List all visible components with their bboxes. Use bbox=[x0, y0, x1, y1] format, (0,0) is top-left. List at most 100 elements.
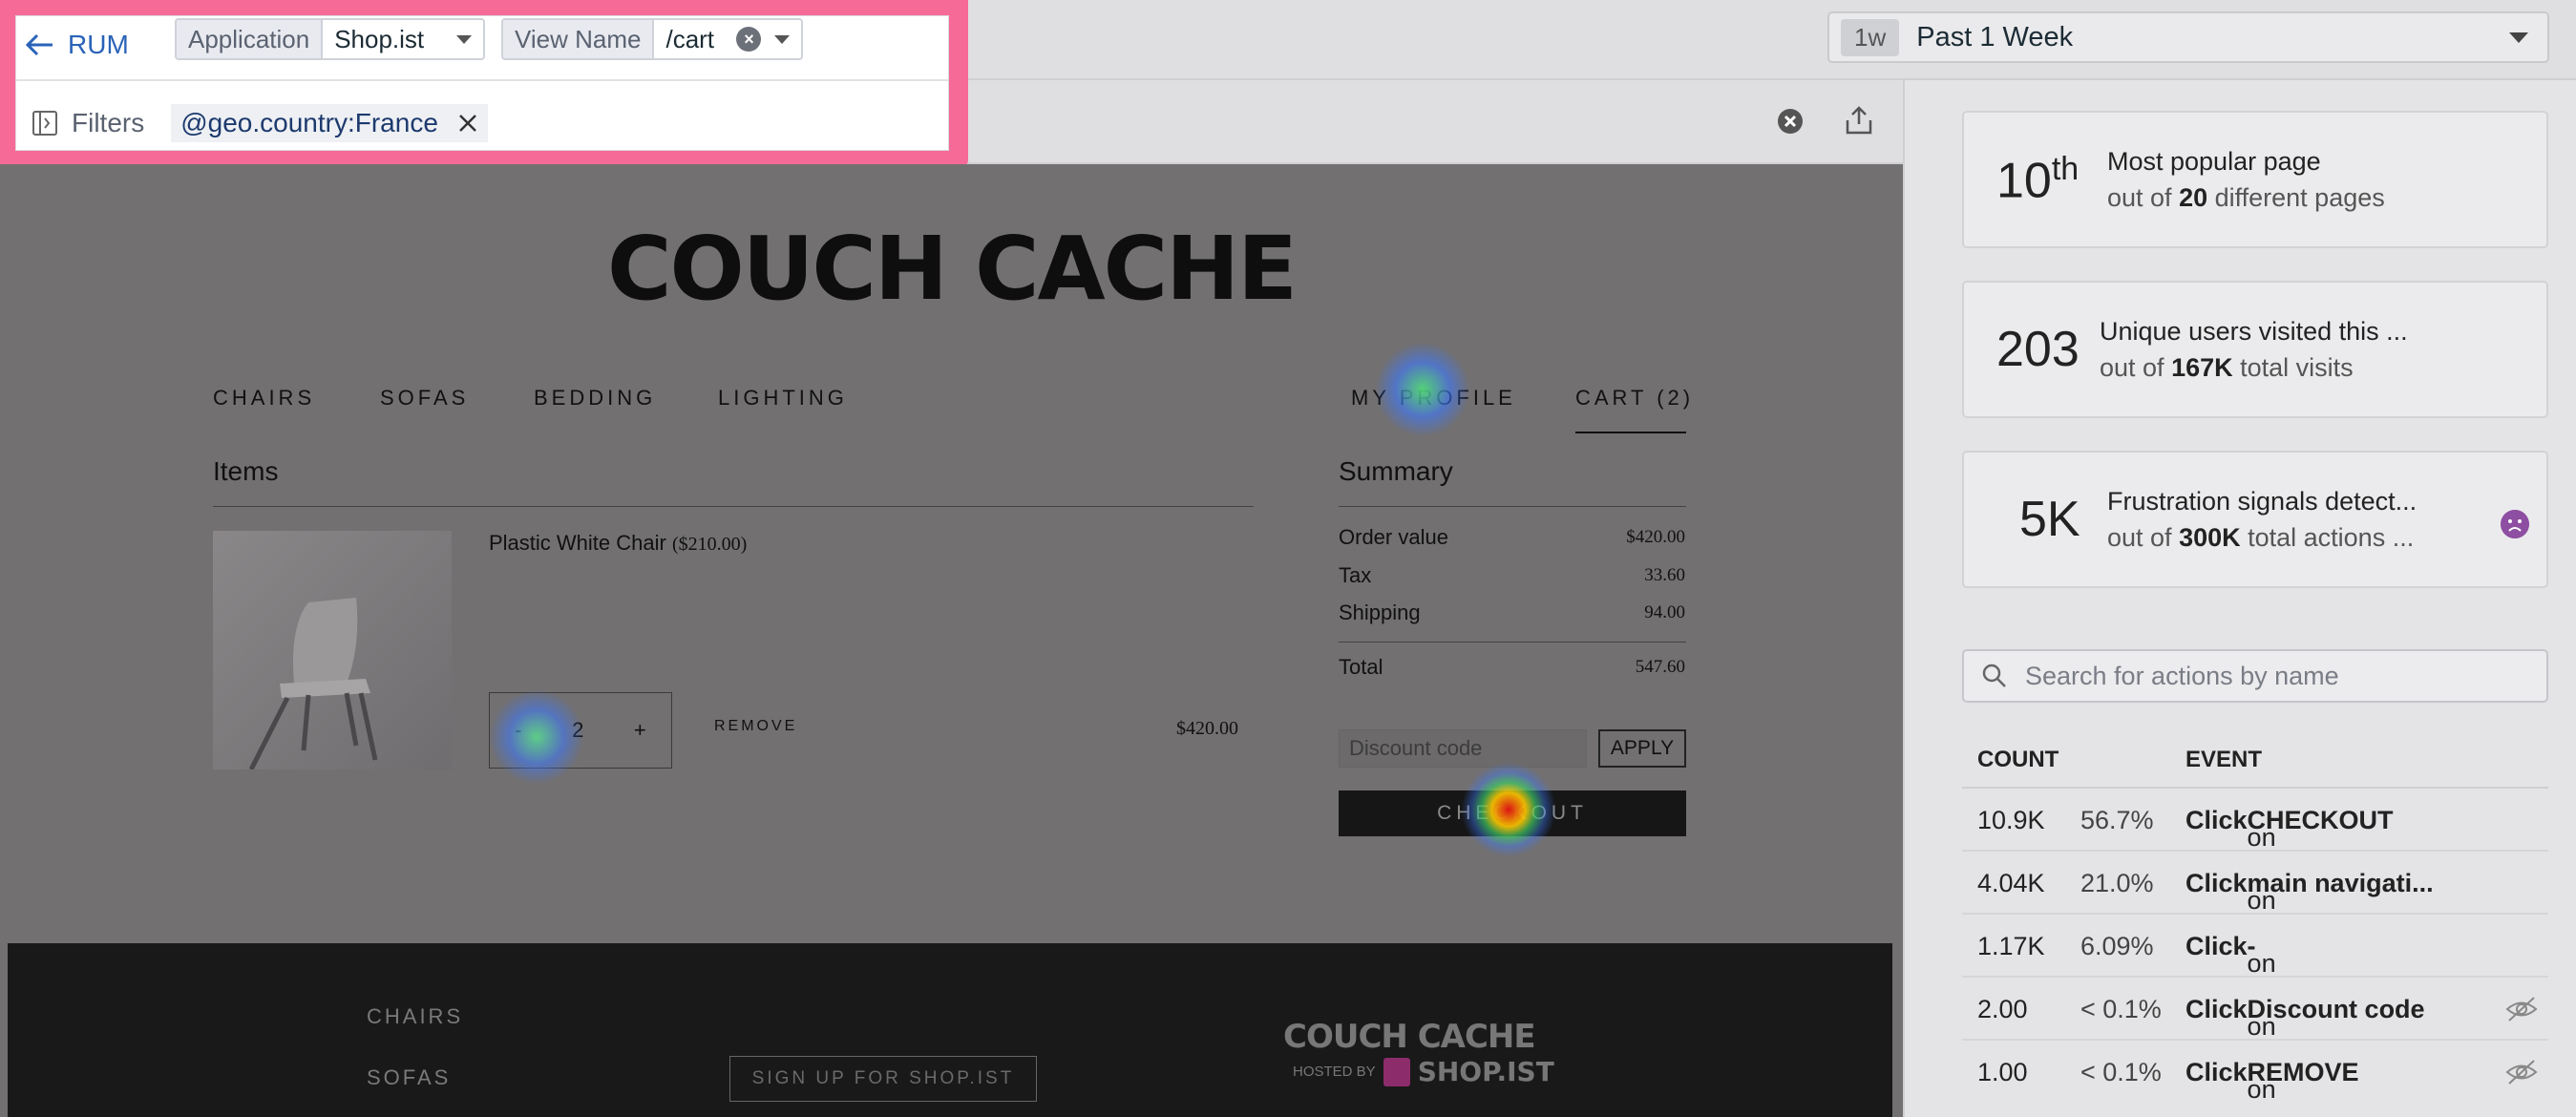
action-count: 1.17K bbox=[1977, 932, 2045, 960]
filters-row: Filters @geo.country:France bbox=[32, 104, 488, 142]
divider bbox=[1339, 506, 1686, 507]
view-name-label: View Name bbox=[503, 20, 655, 58]
filters-label: Filters bbox=[72, 108, 145, 137]
nav-my-profile[interactable]: MY PROFILE bbox=[1351, 386, 1516, 411]
stat-card-users: 203 Unique users visited this ... out of… bbox=[1962, 281, 2548, 418]
action-count: 2.00 bbox=[1977, 995, 2028, 1023]
footer-link-chairs[interactable]: CHAIRS bbox=[367, 1004, 463, 1029]
view-name-select[interactable]: View Name /cart × bbox=[501, 18, 804, 60]
application-select[interactable]: Application Shop.ist bbox=[175, 18, 486, 60]
query-controls: RUM Application Shop.ist View Name /cart… bbox=[15, 15, 949, 151]
nav-bedding[interactable]: BEDDING bbox=[534, 386, 656, 411]
stat-title: Unique users visited this ... bbox=[2100, 317, 2408, 346]
stat-subtitle: out of 167K total visits bbox=[2100, 353, 2354, 382]
site-brand: COUCH CACHE bbox=[606, 218, 1298, 320]
action-event: Click on - bbox=[2185, 932, 2276, 978]
highlight-frame: RUM Application Shop.ist View Name /cart… bbox=[0, 0, 968, 166]
stat-subtitle: out of 20 different pages bbox=[2107, 183, 2385, 212]
action-row[interactable]: 10.9K 56.7% Click on CHECKOUT bbox=[1962, 789, 2548, 852]
eye-off-icon[interactable] bbox=[2504, 1058, 2539, 1086]
close-icon[interactable] bbox=[457, 113, 478, 134]
application-label: Application bbox=[177, 20, 324, 58]
column-header-event[interactable]: EVENT bbox=[2185, 747, 2262, 773]
application-value: Shop.ist bbox=[334, 24, 425, 53]
discount-code-input[interactable]: Discount code bbox=[1339, 729, 1587, 768]
action-count: 10.9K bbox=[1977, 806, 2045, 834]
action-count: 1.00 bbox=[1977, 1058, 2028, 1086]
close-circle-icon bbox=[1778, 109, 1803, 134]
summary-label: Tax bbox=[1339, 563, 1372, 587]
action-percent: 6.09% bbox=[2080, 932, 2154, 960]
chevron-down-icon bbox=[2509, 32, 2528, 43]
stat-value: 5K bbox=[2019, 492, 2080, 547]
view-name-value: /cart bbox=[665, 24, 715, 53]
hosted-brand: SHOP.IST bbox=[1417, 1056, 1554, 1087]
nav-sofas[interactable]: SOFAS bbox=[380, 386, 469, 411]
stat-card-popularity: 10th Most popular page out of 20 differe… bbox=[1962, 111, 2548, 248]
product-name: Plastic White Chair ($210.00) bbox=[489, 531, 747, 556]
action-row[interactable]: 1.17K 6.09% Click on - bbox=[1962, 915, 2548, 978]
checkout-button[interactable]: CHECKOUT bbox=[1339, 790, 1686, 836]
summary-value: 94.00 bbox=[1644, 602, 1685, 622]
quantity-stepper[interactable]: - 2 + bbox=[489, 692, 672, 769]
divider bbox=[1339, 642, 1686, 643]
divider bbox=[16, 79, 948, 81]
nav-chairs[interactable]: CHAIRS bbox=[213, 386, 315, 411]
hosted-by-label: HOSTED BY bbox=[1293, 1064, 1376, 1080]
summary-label: Total bbox=[1339, 655, 1383, 679]
stat-title: Most popular page bbox=[2107, 147, 2321, 176]
shopping-bag-icon bbox=[1383, 1057, 1410, 1086]
page-preview: COUCH CACHE CHAIRS SOFAS BEDDING LIGHTIN… bbox=[0, 164, 1903, 1117]
remove-button[interactable]: REMOVE bbox=[714, 718, 797, 735]
action-percent: 21.0% bbox=[2080, 869, 2154, 897]
quantity-value: 2 bbox=[572, 718, 584, 742]
product-name-text: Plastic White Chair bbox=[489, 531, 666, 555]
arrow-left-icon bbox=[26, 33, 53, 56]
filter-chip-label: @geo.country:France bbox=[180, 108, 438, 137]
nav-cart[interactable]: CART (2) bbox=[1575, 386, 1694, 411]
close-replay-button[interactable] bbox=[1776, 107, 1805, 136]
stat-title: Frustration signals detect... bbox=[2107, 487, 2418, 516]
summary-label: Order value bbox=[1339, 525, 1448, 549]
apply-button[interactable]: APPLY bbox=[1598, 729, 1686, 768]
back-label: RUM bbox=[68, 30, 129, 59]
clear-icon[interactable]: × bbox=[736, 27, 762, 52]
time-range-picker[interactable]: 1w Past 1 Week bbox=[1827, 11, 2549, 63]
stat-value: 203 bbox=[1996, 322, 2080, 377]
panel-toggle-icon[interactable] bbox=[32, 110, 58, 137]
search-placeholder: Search for actions by name bbox=[2025, 661, 2339, 690]
stat-subtitle: out of 300K total actions ... bbox=[2107, 523, 2415, 552]
summary-value: 33.60 bbox=[1644, 565, 1685, 585]
action-percent: < 0.1% bbox=[2080, 1058, 2162, 1086]
items-heading: Items bbox=[213, 456, 279, 486]
column-header-count[interactable]: COUNT bbox=[1977, 747, 2059, 773]
time-range-label: Past 1 Week bbox=[1916, 21, 2074, 53]
summary-value: $420.00 bbox=[1626, 527, 1685, 547]
nav-lighting[interactable]: LIGHTING bbox=[718, 386, 848, 411]
action-row[interactable]: 4.04K 21.0% Click on main navigati... bbox=[1962, 852, 2548, 915]
eye-off-icon[interactable] bbox=[2504, 995, 2539, 1023]
action-search-input[interactable]: Search for actions by name bbox=[1962, 649, 2548, 703]
frustration-icon bbox=[2501, 510, 2529, 538]
action-row[interactable]: 2.00 < 0.1% Click on Discount code bbox=[1962, 978, 2548, 1041]
summary-heading: Summary bbox=[1339, 456, 1453, 486]
action-percent: 56.7% bbox=[2080, 806, 2154, 834]
signup-button[interactable]: SIGN UP FOR SHOP.IST bbox=[729, 1056, 1037, 1102]
product-unit-price: ($210.00) bbox=[671, 534, 748, 555]
decrement-button[interactable]: - bbox=[515, 718, 521, 743]
increment-button[interactable]: + bbox=[634, 718, 646, 743]
line-total: $420.00 bbox=[1176, 718, 1238, 739]
back-to-rum-link[interactable]: RUM bbox=[26, 22, 129, 68]
summary-value: 547.60 bbox=[1635, 657, 1685, 677]
action-event: Click on CHECKOUT bbox=[2185, 806, 2394, 852]
share-button[interactable] bbox=[1845, 105, 1873, 136]
summary-label: Shipping bbox=[1339, 601, 1421, 624]
chevron-down-icon[interactable] bbox=[774, 34, 791, 44]
footer-link-sofas[interactable]: SOFAS bbox=[367, 1065, 451, 1090]
divider bbox=[213, 506, 1254, 507]
action-event: Click on REMOVE bbox=[2185, 1058, 2359, 1104]
stat-card-frustration: 5K Frustration signals detect... out of … bbox=[1962, 451, 2548, 588]
action-event: Click on main navigati... bbox=[2185, 869, 2434, 915]
filter-chip[interactable]: @geo.country:France bbox=[171, 104, 488, 142]
action-row[interactable]: 1.00 < 0.1% Click on REMOVE bbox=[1962, 1041, 2548, 1104]
